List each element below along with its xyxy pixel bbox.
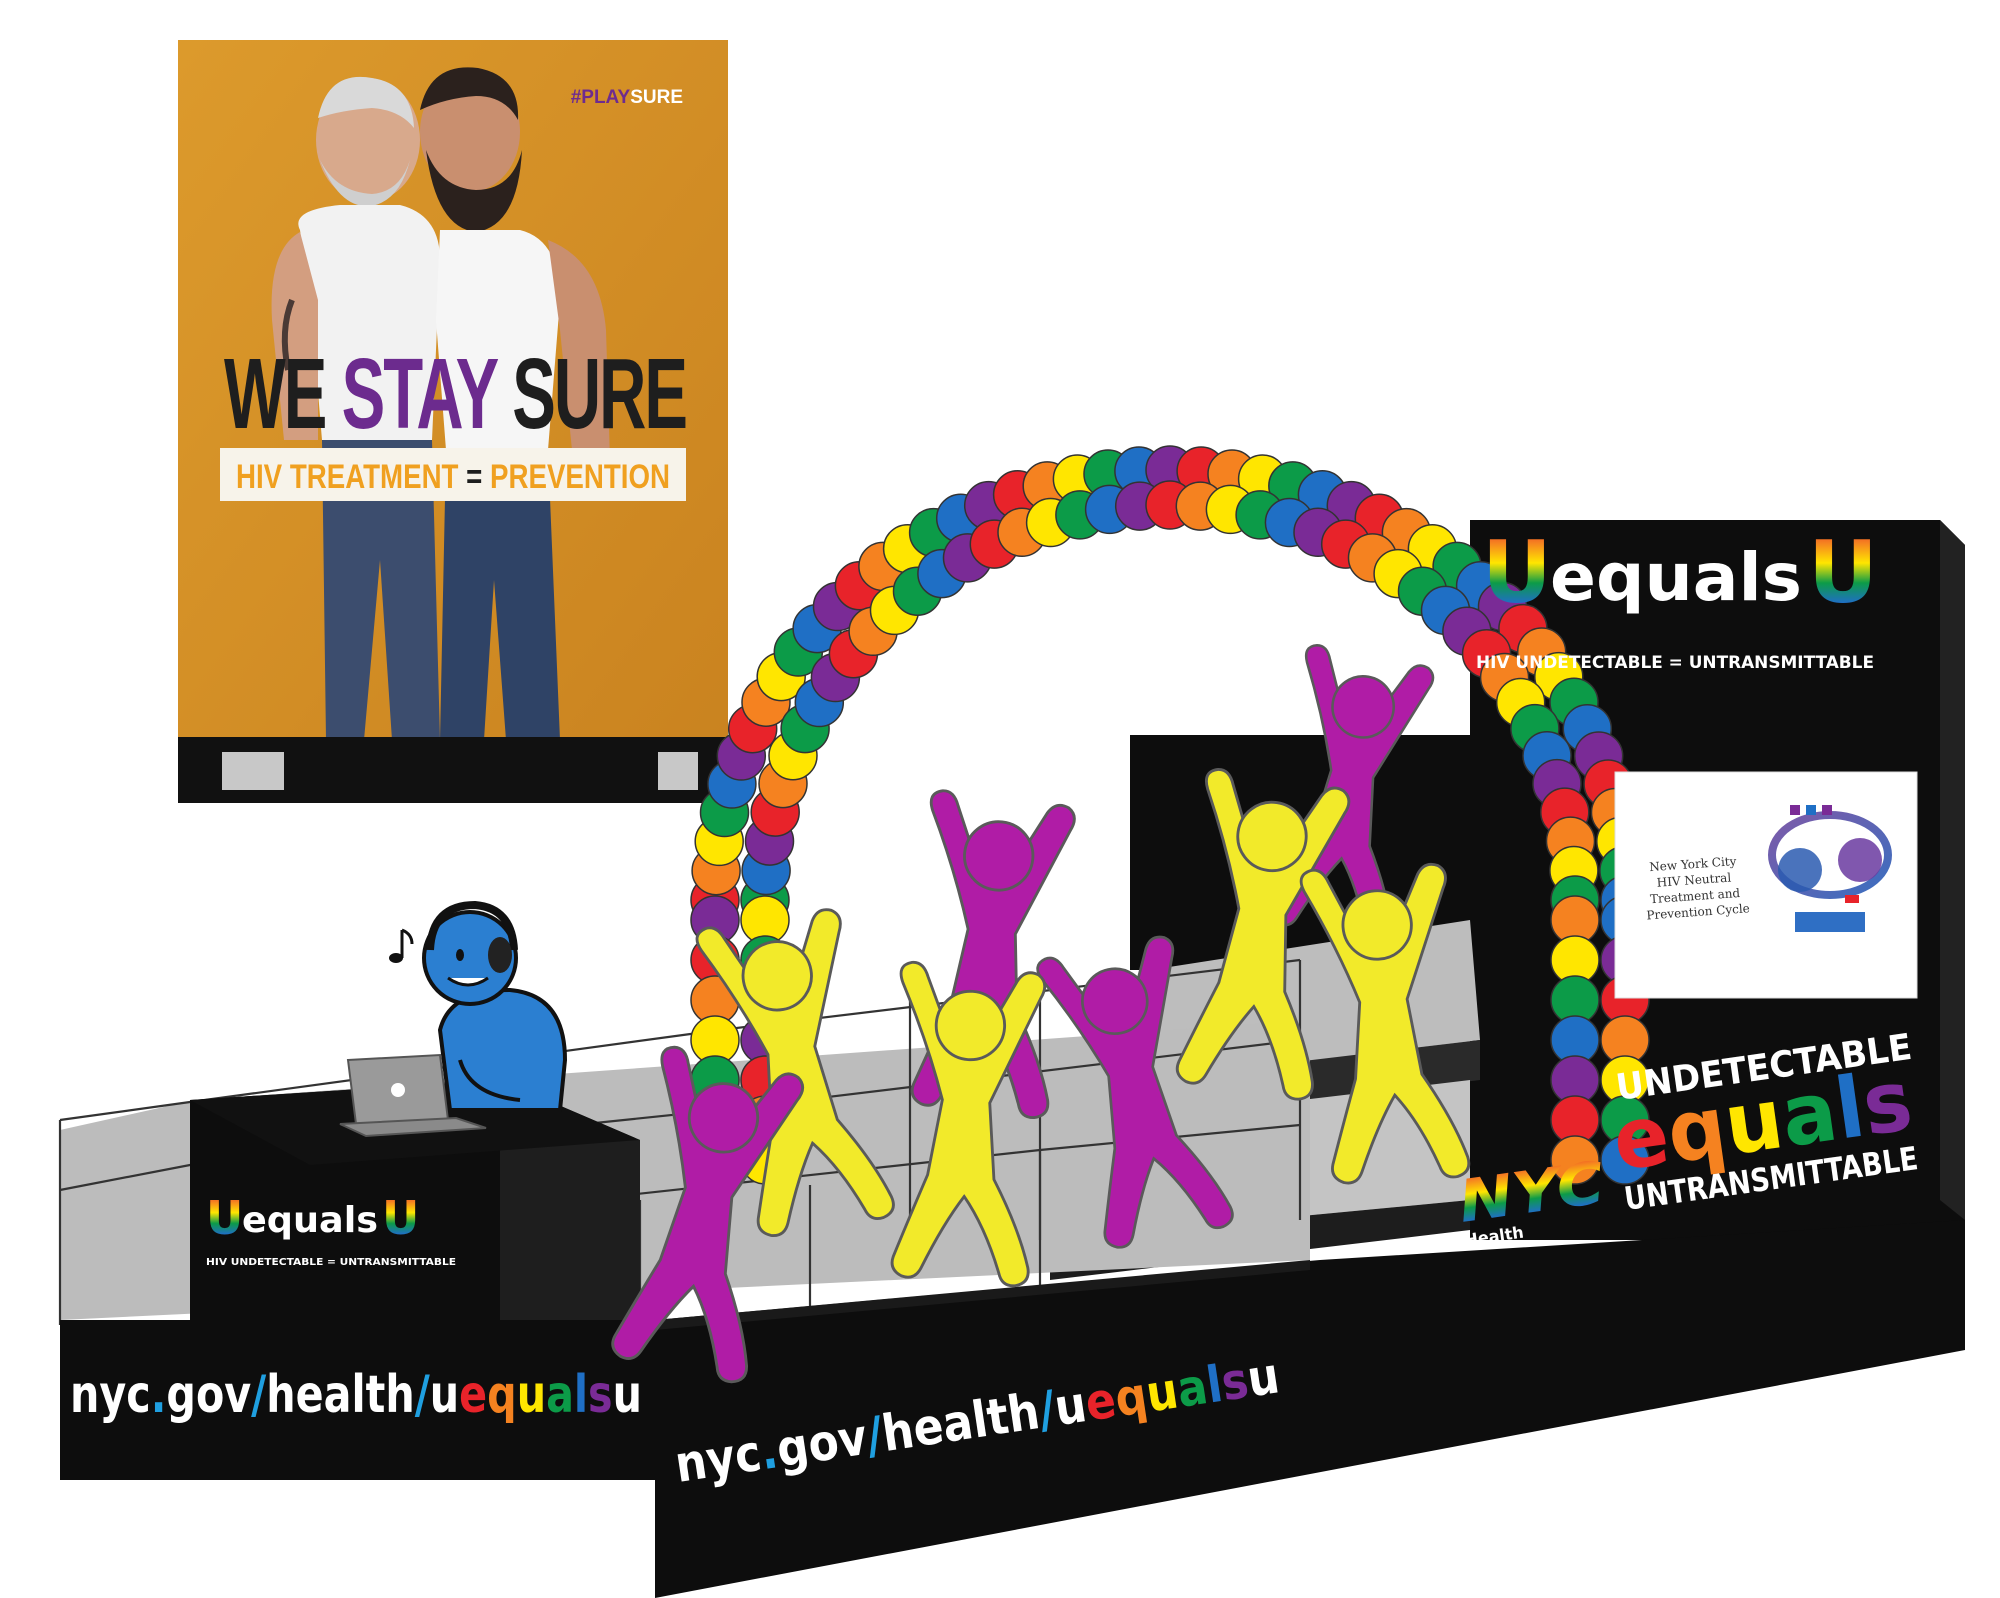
upper-logo-u-right: U xyxy=(1808,523,1878,623)
booth-logo-tagline: HIV UNDETECTABLE = UNTRANSMITTABLE xyxy=(206,1257,456,1268)
url-segment: gov xyxy=(166,1365,251,1425)
letter: s xyxy=(588,1365,613,1425)
url-segment: / xyxy=(251,1365,266,1425)
url-segment: health xyxy=(266,1365,414,1425)
letter: u xyxy=(430,1365,459,1425)
letter: q xyxy=(487,1365,517,1425)
poster-mount-bracket-left xyxy=(222,752,284,790)
poster-headline: WE STAY SURE xyxy=(224,338,686,450)
music-note-icon xyxy=(389,928,414,963)
poster-hashtag: #PLAYSURE xyxy=(571,87,683,108)
url-segment: nyc xyxy=(70,1365,151,1425)
upper-logo-tagline: HIV UNDETECTABLE = UNTRANSMITTABLE xyxy=(1476,653,1874,673)
url-segment: . xyxy=(151,1365,167,1425)
poster-subheadline: HIV TREATMENT = PREVENTION xyxy=(236,458,670,496)
upper-logo-equals: equals xyxy=(1550,539,1802,616)
poster: #PLAYSURE WE STAY SURE HIV TREATMENT = P… xyxy=(178,40,728,803)
letter: u xyxy=(613,1365,642,1425)
letter: l xyxy=(574,1365,588,1425)
letter: a xyxy=(546,1365,574,1425)
booth-logo-equals: equals xyxy=(242,1200,378,1241)
booth-logo: U equals U HIV UNDETECTABLE = UNTRANSMIT… xyxy=(206,1191,456,1268)
headphone-icon xyxy=(488,937,512,973)
letter: e xyxy=(459,1365,487,1425)
apple-logo-icon xyxy=(391,1083,405,1097)
upper-logo-u-left: U xyxy=(1482,523,1552,623)
upper-stage-side-wall xyxy=(1940,520,1965,1220)
url-front: nyc.gov/health/uequalsu xyxy=(70,1365,642,1425)
info-screen: New York City HIV Neutral Treatment and … xyxy=(1614,771,1918,999)
booth-logo-u-left: U xyxy=(206,1191,243,1245)
poster-mount-bracket-right xyxy=(658,752,698,790)
booth-logo-u-right: U xyxy=(382,1191,419,1245)
letter: u xyxy=(517,1365,546,1425)
url-front-text: nyc.gov/health/uequalsu xyxy=(70,1365,642,1425)
url-segment: / xyxy=(415,1365,430,1425)
